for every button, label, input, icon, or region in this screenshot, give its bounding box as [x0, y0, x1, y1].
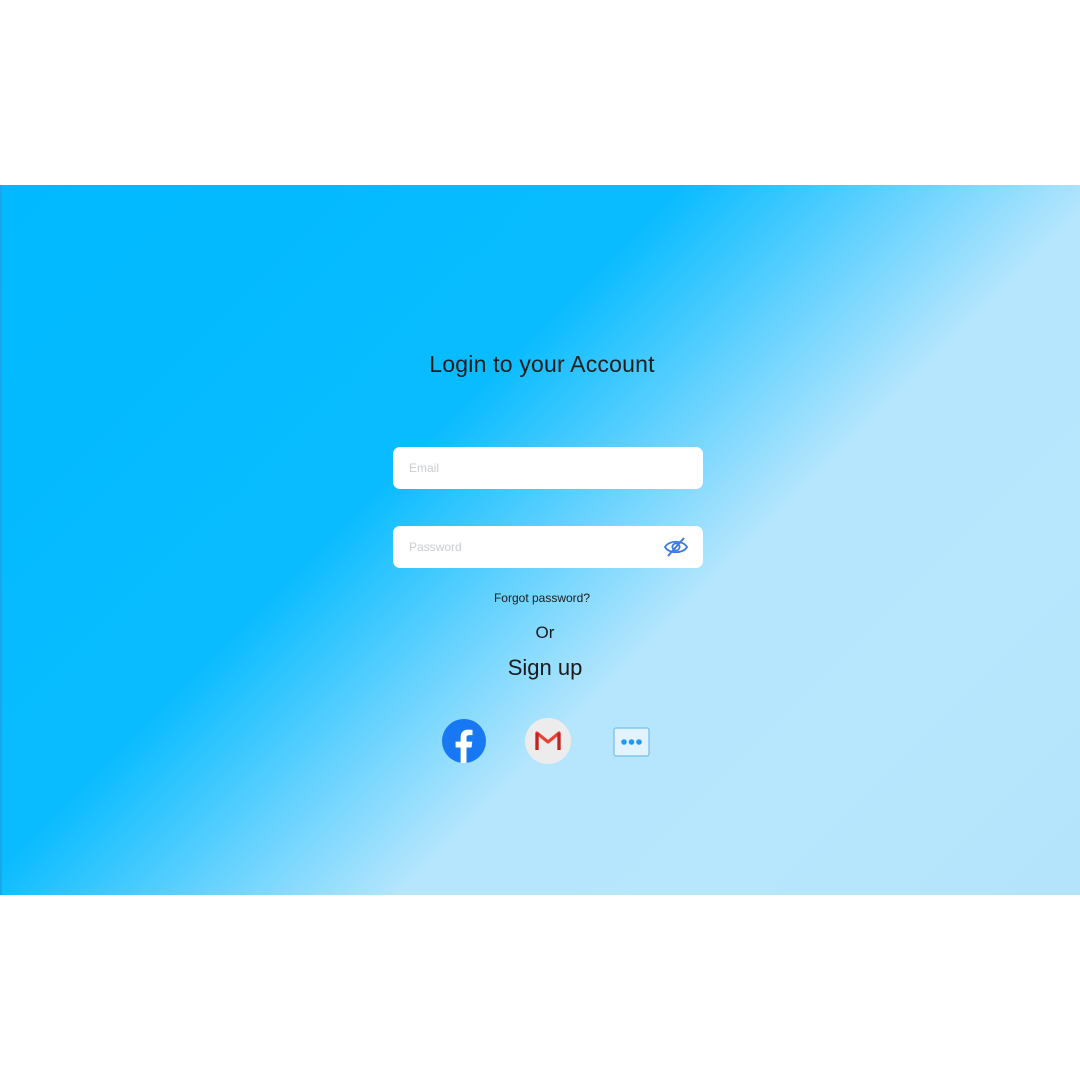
gmail-button[interactable] — [525, 718, 571, 764]
more-options-icon — [613, 727, 650, 761]
gmail-icon — [525, 718, 571, 768]
or-divider-text: Or — [535, 623, 555, 642]
password-field[interactable] — [393, 526, 703, 568]
page-title: Login to your Account — [429, 351, 655, 377]
email-input[interactable] — [407, 447, 651, 489]
email-field[interactable] — [393, 447, 703, 489]
forgot-password-link[interactable]: Forgot password? — [2, 591, 1080, 605]
password-input[interactable] — [407, 526, 651, 568]
sign-up-link[interactable]: Sign up — [2, 655, 1080, 681]
facebook-icon — [442, 719, 486, 767]
facebook-button[interactable] — [442, 719, 486, 763]
login-panel: Login to your Account Forgot password? O… — [0, 185, 1080, 895]
more-options-button[interactable] — [613, 727, 650, 757]
eye-slash-icon[interactable] — [663, 535, 689, 559]
